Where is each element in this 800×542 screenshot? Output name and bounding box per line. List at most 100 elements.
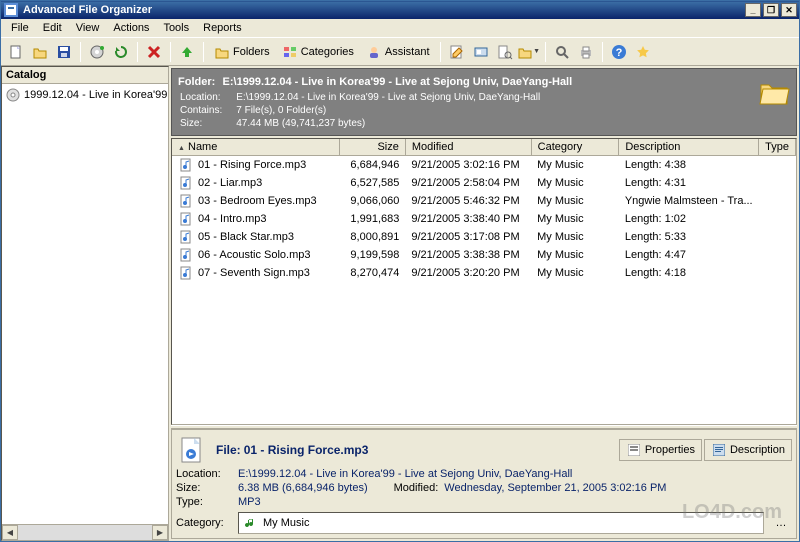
new-icon: [8, 44, 24, 60]
cell-modified: 9/21/2005 3:02:16 PM: [405, 156, 531, 175]
print-button[interactable]: [575, 41, 597, 63]
close-button[interactable]: ✕: [781, 3, 797, 17]
cell-description: Length: 4:31: [619, 174, 759, 192]
edit-item-button[interactable]: [446, 41, 468, 63]
tab-properties[interactable]: Properties: [619, 439, 702, 461]
scroll-track[interactable]: [18, 525, 152, 540]
table-row[interactable]: 03 - Bedroom Eyes.mp39,066,0609/21/2005 …: [172, 192, 796, 210]
tab-description[interactable]: Description: [704, 439, 792, 461]
category-browse-button[interactable]: …: [770, 512, 792, 534]
about-button[interactable]: [632, 41, 654, 63]
search-icon: [554, 44, 570, 60]
cell-modified: 9/21/2005 3:17:08 PM: [405, 228, 531, 246]
table-row[interactable]: 01 - Rising Force.mp36,684,9469/21/2005 …: [172, 156, 796, 175]
card-button[interactable]: [470, 41, 492, 63]
category-value: My Music: [263, 517, 309, 529]
menu-edit[interactable]: Edit: [37, 20, 68, 36]
search-button[interactable]: [551, 41, 573, 63]
col-description[interactable]: Description: [619, 139, 759, 156]
cell-name: 02 - Liar.mp3: [198, 177, 262, 189]
table-row[interactable]: 07 - Seventh Sign.mp38,270,4749/21/2005 …: [172, 264, 796, 282]
mp3-icon: [178, 247, 194, 263]
menu-file[interactable]: File: [5, 20, 35, 36]
col-modified[interactable]: Modified: [405, 139, 531, 156]
folder-prefix: Folder:: [178, 76, 215, 88]
col-size[interactable]: Size: [339, 139, 405, 156]
up-arrow-icon: [179, 44, 195, 60]
detail-loc-label: Location:: [176, 468, 232, 480]
menu-view[interactable]: View: [70, 20, 106, 36]
tree-item-label: 1999.12.04 - Live in Korea'99 - Live a: [24, 89, 168, 101]
zoom-page-button[interactable]: [494, 41, 516, 63]
open-button[interactable]: [29, 41, 51, 63]
folder-loc-label: Location:: [180, 92, 234, 103]
categories-toggle[interactable]: Categories: [277, 41, 359, 63]
cell-category: My Music: [531, 210, 619, 228]
table-row[interactable]: 05 - Black Star.mp38,000,8919/21/2005 3:…: [172, 228, 796, 246]
menu-actions[interactable]: Actions: [107, 20, 155, 36]
card-icon: [473, 44, 489, 60]
folder-title: E:\1999.12.04 - Live in Korea'99 - Live …: [223, 76, 573, 88]
file-list[interactable]: ▲ Name Size Modified Category Descriptio…: [171, 138, 797, 425]
folders-label: Folders: [233, 46, 270, 58]
print-icon: [578, 44, 594, 60]
properties-icon: [626, 442, 642, 458]
menu-tools[interactable]: Tools: [157, 20, 195, 36]
cell-type: [759, 156, 796, 175]
save-icon: [56, 44, 72, 60]
tree-item[interactable]: 1999.12.04 - Live in Korea'99 - Live a: [4, 86, 166, 104]
table-row[interactable]: 04 - Intro.mp31,991,6839/21/2005 3:38:40…: [172, 210, 796, 228]
folder-contains-label: Contains:: [180, 105, 234, 116]
cell-name: 05 - Black Star.mp3: [198, 231, 294, 243]
table-row[interactable]: 06 - Acoustic Solo.mp39,199,5989/21/2005…: [172, 246, 796, 264]
new-button[interactable]: [5, 41, 27, 63]
folders-toggle[interactable]: Folders: [209, 41, 275, 63]
folder-big-icon: [758, 77, 790, 109]
open-folder-icon: [32, 44, 48, 60]
detail-file-name: 01 - Rising Force.mp3: [244, 443, 369, 457]
mp3-icon: [178, 229, 194, 245]
cell-description: Length: 4:38: [619, 156, 759, 175]
detail-panel: File: 01 - Rising Force.mp3 Properties D…: [171, 429, 797, 539]
sidebar-scrollbar[interactable]: ◀ ▶: [2, 524, 168, 540]
catalog-tree[interactable]: 1999.12.04 - Live in Korea'99 - Live a: [2, 84, 168, 524]
cell-description: Length: 4:47: [619, 246, 759, 264]
folder-size-label: Size:: [180, 118, 234, 129]
add-disk-button[interactable]: [86, 41, 108, 63]
scroll-right-icon[interactable]: ▶: [152, 525, 168, 540]
col-category[interactable]: Category: [531, 139, 619, 156]
categories-icon: [282, 44, 298, 60]
category-field[interactable]: My Music: [238, 512, 764, 534]
cell-modified: 9/21/2005 5:46:32 PM: [405, 192, 531, 210]
table-row[interactable]: 02 - Liar.mp36,527,5859/21/2005 2:58:04 …: [172, 174, 796, 192]
help-button[interactable]: ?: [608, 41, 630, 63]
refresh-button[interactable]: [110, 41, 132, 63]
assistant-toggle[interactable]: Assistant: [361, 41, 435, 63]
cell-category: My Music: [531, 246, 619, 264]
scroll-left-icon[interactable]: ◀: [2, 525, 18, 540]
minimize-button[interactable]: _: [745, 3, 761, 17]
view-mode-button[interactable]: ▼: [518, 41, 540, 63]
menu-reports[interactable]: Reports: [197, 20, 248, 36]
cell-type: [759, 210, 796, 228]
col-name[interactable]: ▲ Name: [172, 139, 339, 156]
cell-name: 04 - Intro.mp3: [198, 213, 266, 225]
cell-description: Length: 1:02: [619, 210, 759, 228]
save-button[interactable]: [53, 41, 75, 63]
cell-type: [759, 192, 796, 210]
delete-button[interactable]: [143, 41, 165, 63]
mp3-icon: [178, 193, 194, 209]
folder-icon: [214, 44, 230, 60]
maximize-button[interactable]: ❐: [763, 3, 779, 17]
col-type[interactable]: Type: [759, 139, 796, 156]
cell-name: 06 - Acoustic Solo.mp3: [198, 249, 311, 261]
disk-icon: [5, 87, 21, 103]
cell-modified: 9/21/2005 3:38:38 PM: [405, 246, 531, 264]
dropdown-arrow-icon: ▼: [533, 48, 540, 55]
star-icon: [635, 44, 651, 60]
cell-size: 9,066,060: [339, 192, 405, 210]
folder-size: 47.44 MB (49,741,237 bytes): [236, 118, 552, 129]
toolbar: Folders Categories Assistant ▼ ?: [1, 38, 799, 66]
detail-mod-label: Modified:: [394, 482, 439, 494]
up-button[interactable]: [176, 41, 198, 63]
